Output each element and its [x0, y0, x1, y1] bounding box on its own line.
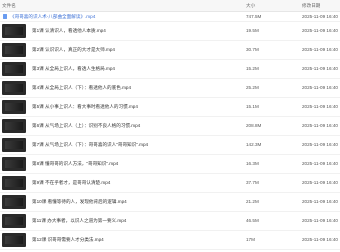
file-size: 37.7M [246, 180, 259, 185]
file-name: 第7课 从气场上识人（下）：哥哥喜的识人"哥哥知识".mp4 [32, 142, 149, 147]
file-name: 第2课 认识识人，真正的大才是大师.mp4 [32, 47, 115, 52]
file-size: 19.5M [246, 28, 259, 33]
file-row[interactable]: 第5课 从小事上识人：看大事时看透他人的习惯.mp4 15.1M 2025-11… [0, 98, 340, 117]
file-row[interactable]: 第6课 从气场上识人（上）：识别不良人格的习惯.mp4 208.8M 2025-… [0, 117, 340, 136]
video-thumbnail [2, 195, 26, 209]
file-size: 15.1M [246, 104, 259, 109]
file-date: 2025-11-09 16:40 [302, 66, 338, 71]
file-name: 第4课 从全局上识人（下）：看透他人的底色.mp4 [32, 85, 132, 90]
column-header-modified[interactable]: 修改日期 [302, 3, 320, 9]
column-header-size[interactable]: 大小 [246, 3, 255, 9]
file-name: 第3课 从全局上识人，看透人生格局.mp4 [32, 66, 115, 71]
file-row[interactable]: 第9课 不在乎者才，是哥哥认清楚.mp4 37.7M 2025-11-09 16… [0, 174, 340, 193]
file-size: 25.2M [246, 85, 259, 90]
file-date: 2025-11-09 16:40 [302, 142, 338, 147]
file-size: 16.3M [246, 161, 259, 166]
column-header-name[interactable]: 文件名 [2, 3, 16, 9]
file-date: 2025-11-09 16:40 [302, 104, 338, 109]
video-file-icon [3, 14, 7, 19]
file-name: 第1课 认清识人，看透他人本质.mp4 [32, 28, 106, 33]
video-thumbnail [2, 176, 26, 190]
file-size: 46.5M [246, 218, 259, 223]
file-row[interactable]: 《哥哥喜的识人术-八部曲全面解读》.mp4 747.5M 2025-11-09 … [0, 12, 340, 22]
video-thumbnail [2, 214, 26, 228]
file-name: 第12课 识哥哥需要人才分类法.mp4 [32, 237, 104, 242]
file-date: 2025-11-09 16:40 [302, 28, 338, 33]
file-name: 第9课 不在乎者才，是哥哥认清楚.mp4 [32, 180, 111, 185]
file-date: 2025-11-09 16:40 [302, 161, 338, 166]
file-date: 2025-11-09 16:40 [302, 123, 338, 128]
file-size: 30.7M [246, 47, 259, 52]
file-size: 21.2M [246, 199, 259, 204]
video-thumbnail [2, 138, 26, 152]
file-list: 《哥哥喜的识人术-八部曲全面解读》.mp4 747.5M 2025-11-09 … [0, 12, 340, 250]
video-thumbnail [2, 43, 26, 57]
video-thumbnail [2, 24, 26, 38]
file-name: 第10课 看懂等待的人，发现他背后的逻辑.mp4 [32, 199, 127, 204]
file-row[interactable]: 第8课 懂哥哥的识人方法，"哥哥知识".mp4 16.3M 2025-11-09… [0, 155, 340, 174]
video-thumbnail [2, 157, 26, 171]
file-date: 2025-11-09 16:40 [302, 218, 338, 223]
file-size: 747.5M [246, 14, 262, 19]
video-thumbnail [2, 233, 26, 247]
video-thumbnail [2, 62, 26, 76]
file-name: 《哥哥喜的识人术-八部曲全面解读》.mp4 [10, 14, 96, 19]
file-size: 208.8M [246, 123, 262, 128]
file-date: 2025-11-09 16:40 [302, 47, 338, 52]
file-row[interactable]: 第11课 办大事者，以识人之道为第一要义.mp4 46.5M 2025-11-0… [0, 212, 340, 231]
file-date: 2025-11-09 16:40 [302, 180, 338, 185]
file-row[interactable]: 第3课 从全局上识人，看透人生格局.mp4 15.2M 2025-11-09 1… [0, 60, 340, 79]
file-size: 142.3M [246, 142, 262, 147]
file-date: 2025-11-09 16:40 [302, 85, 338, 90]
file-row[interactable]: 第7课 从气场上识人（下）：哥哥喜的识人"哥哥知识".mp4 142.3M 20… [0, 136, 340, 155]
file-name: 第5课 从小事上识人：看大事时看透他人的习惯.mp4 [32, 104, 138, 109]
file-date: 2025-11-09 16:40 [302, 199, 338, 204]
file-date: 2025-11-09 16:40 [302, 237, 338, 242]
video-thumbnail [2, 100, 26, 114]
video-thumbnail [2, 81, 26, 95]
file-list-header: 文件名 大小 修改日期 [0, 0, 340, 12]
file-size: 17M [246, 237, 255, 242]
file-size: 15.2M [246, 66, 259, 71]
video-thumbnail [2, 119, 26, 133]
file-name: 第8课 懂哥哥的识人方法，"哥哥知识".mp4 [32, 161, 119, 166]
file-row[interactable]: 第1课 认清识人，看透他人本质.mp4 19.5M 2025-11-09 16:… [0, 22, 340, 41]
file-row[interactable]: 第12课 识哥哥需要人才分类法.mp4 17M 2025-11-09 16:40 [0, 231, 340, 250]
file-name: 第11课 办大事者，以识人之道为第一要义.mp4 [32, 218, 127, 223]
file-name: 第6课 从气场上识人（上）：识别不良人格的习惯.mp4 [32, 123, 141, 128]
file-row[interactable]: 第2课 认识识人，真正的大才是大师.mp4 30.7M 2025-11-09 1… [0, 41, 340, 60]
file-date: 2025-11-09 16:40 [302, 14, 338, 19]
file-row[interactable]: 第4课 从全局上识人（下）：看透他人的底色.mp4 25.2M 2025-11-… [0, 79, 340, 98]
file-row[interactable]: 第10课 看懂等待的人，发现他背后的逻辑.mp4 21.2M 2025-11-0… [0, 193, 340, 212]
